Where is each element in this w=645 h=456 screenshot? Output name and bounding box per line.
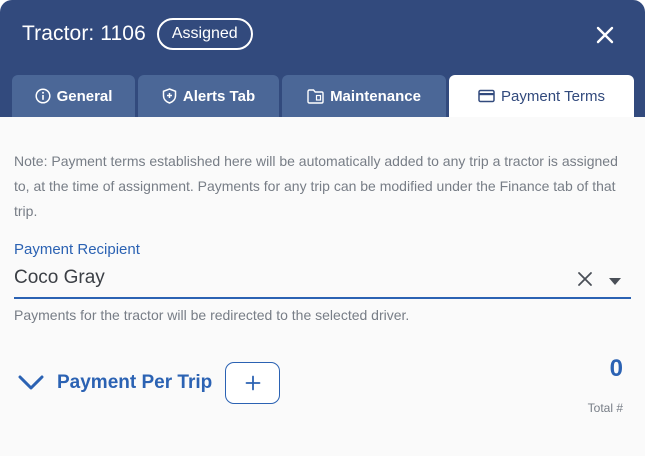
- payment-count-label: Total #: [587, 401, 623, 415]
- folder-icon: [307, 88, 324, 104]
- tab-payment-terms[interactable]: Payment Terms: [449, 75, 634, 117]
- clear-selection-button[interactable]: [575, 269, 595, 289]
- payment-per-trip-section: Payment Per Trip: [18, 362, 281, 404]
- tab-label: General: [56, 87, 113, 105]
- panel-header: Tractor: 1106 Assigned General Alerts Ta…: [0, 0, 645, 117]
- close-icon: [596, 26, 614, 44]
- page-title: Tractor: 1106: [22, 22, 146, 45]
- plus-icon: [245, 375, 261, 391]
- tab-bar: General Alerts Tab Maintenance Payment T…: [12, 75, 637, 117]
- tab-label: Alerts Tab: [182, 87, 256, 105]
- tab-maintenance[interactable]: Maintenance: [282, 75, 446, 117]
- payment-per-trip-title[interactable]: Payment Per Trip: [57, 372, 212, 394]
- tab-general[interactable]: General: [12, 75, 135, 117]
- tab-label: Payment Terms: [501, 87, 605, 105]
- tab-alerts[interactable]: Alerts Tab: [138, 75, 279, 117]
- caret-down-icon: [609, 278, 621, 285]
- shield-icon: [162, 88, 177, 104]
- close-button[interactable]: [592, 22, 618, 48]
- payment-recipient-value[interactable]: Coco Gray: [14, 267, 105, 289]
- chevron-down-icon: [18, 375, 44, 390]
- payment-terms-note: Note: Payment terms established here wil…: [14, 153, 618, 219]
- title-row: Tractor: 1106 Assigned: [22, 18, 253, 50]
- status-badge: Assigned: [156, 18, 253, 50]
- add-payment-button[interactable]: [225, 362, 281, 404]
- tab-label: Maintenance: [330, 87, 421, 105]
- payment-recipient-select[interactable]: Coco Gray: [14, 263, 631, 299]
- tractor-detail-panel: Tractor: 1106 Assigned General Alerts Ta…: [0, 0, 645, 456]
- dropdown-button[interactable]: [608, 273, 622, 285]
- credit-card-icon: [478, 89, 495, 103]
- close-icon: [578, 272, 592, 286]
- collapse-toggle[interactable]: [18, 372, 44, 394]
- info-icon: [35, 88, 51, 104]
- payment-recipient-label: Payment Recipient: [14, 241, 140, 258]
- payment-terms-content: Note: Payment terms established here wil…: [0, 117, 645, 456]
- payment-recipient-helper: Payments for the tractor will be redirec…: [14, 307, 410, 323]
- payment-count: 0: [609, 355, 623, 382]
